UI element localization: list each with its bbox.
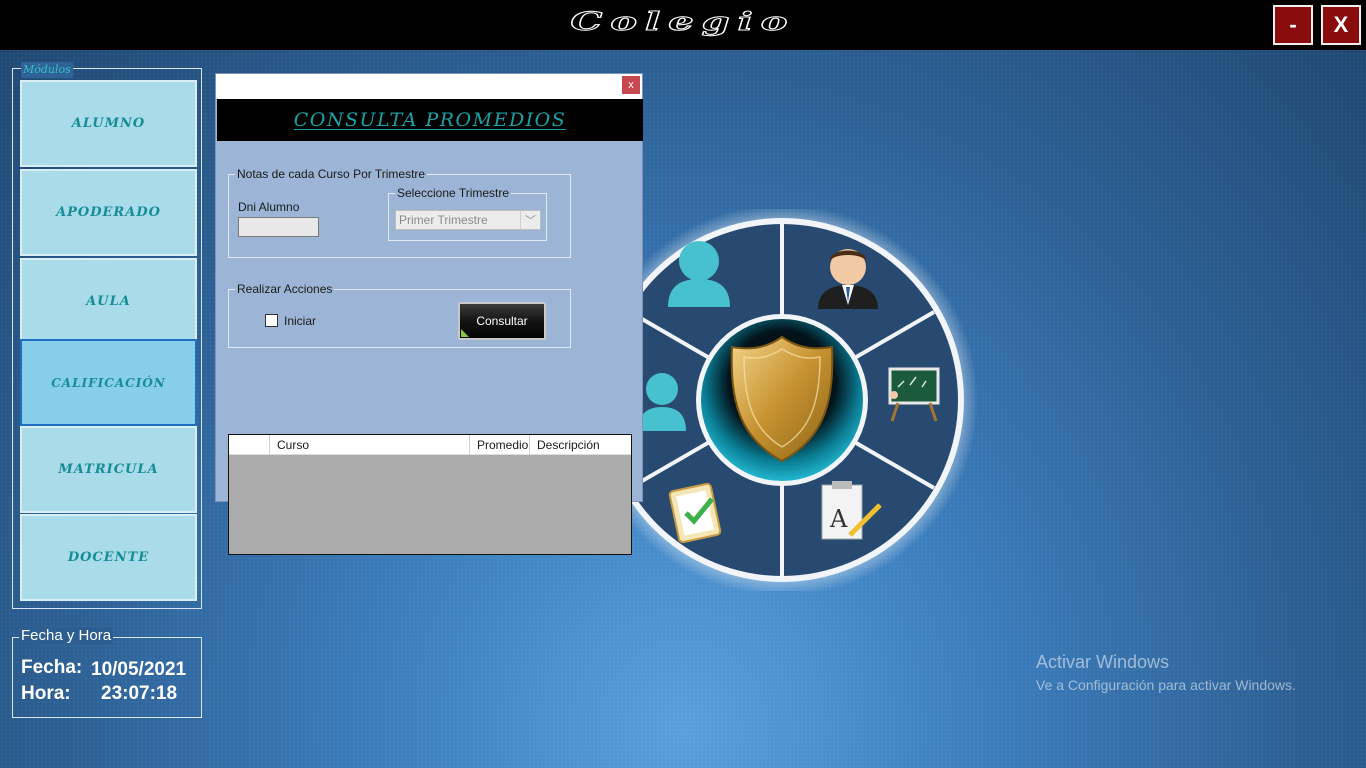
module-matricula-button[interactable]: MATRICULA (20, 426, 197, 513)
fecha-label: Fecha: (21, 657, 83, 678)
actions-group: Realizar Acciones Iniciar Consultar (228, 282, 571, 348)
dialog-close-button[interactable]: x (622, 76, 640, 94)
module-wheel-graphic: A (586, 204, 978, 596)
hora-row: Hora: 23:07:18 (21, 683, 177, 705)
dni-label: Dni Alumno (238, 200, 300, 214)
actions-group-legend: Realizar Acciones (235, 282, 335, 296)
module-aula-button[interactable]: AULA (20, 258, 197, 345)
chevron-down-icon[interactable]: ﹀ (520, 211, 540, 229)
consulta-promedios-dialog: x CONSULTA PROMEDIOS Notas de cada Curso… (215, 73, 643, 555)
datetime-legend: Fecha y Hora (19, 627, 114, 644)
activation-watermark-subtitle: Ve a Configuración para activar Windows. (1036, 677, 1296, 693)
dni-input[interactable] (238, 217, 319, 237)
consultar-label: Consultar (476, 314, 528, 328)
grid-header: Curso Promedio Descripción (229, 435, 631, 455)
activation-watermark-title: Activar Windows (1036, 652, 1170, 672)
dialog-body: Notas de cada Curso Por Trimestre Dni Al… (216, 141, 642, 555)
notes-group: Notas de cada Curso Por Trimestre Dni Al… (228, 167, 571, 258)
app-title: Colegio (570, 6, 796, 37)
dialog-header: CONSULTA PROMEDIOS (217, 99, 643, 141)
button-corner-decoration (461, 329, 469, 337)
notes-group-legend: Notas de cada Curso Por Trimestre (235, 167, 428, 181)
consultar-button[interactable]: Consultar (458, 302, 546, 340)
grid-header-promedio[interactable]: Promedio (470, 435, 530, 455)
close-button[interactable]: X (1321, 5, 1361, 45)
grid-header-descripcion[interactable]: Descripción (530, 435, 632, 455)
module-wheel: A (586, 204, 978, 596)
iniciar-label: Iniciar (284, 314, 317, 328)
trimestre-legend: Seleccione Trimestre (395, 186, 512, 200)
iniciar-checkbox[interactable] (265, 314, 278, 327)
trimestre-select[interactable]: Primer Trimestre ﹀ (395, 210, 541, 230)
hora-label: Hora: (21, 683, 71, 704)
svg-text:A: A (829, 505, 848, 533)
module-calificacion-button[interactable]: CALIFICACIÓN (20, 339, 197, 426)
grid-header-row-selector (229, 435, 270, 455)
promedios-grid[interactable]: Curso Promedio Descripción (228, 434, 632, 555)
title-bar: Colegio - X (0, 0, 1366, 50)
datetime-panel: Fecha y Hora Fecha: 10/05/2021 Hora: 23:… (12, 628, 202, 718)
modules-legend: Módulos (21, 62, 73, 78)
grid-header-curso[interactable]: Curso (270, 435, 470, 455)
dialog-titlebar: x (216, 74, 642, 99)
module-docente-button[interactable]: DOCENTE (20, 514, 197, 601)
fecha-row: Fecha: 10/05/2021 (21, 657, 186, 680)
modules-panel: Módulos ALUMNO APODERADO AULA CALIFICACI… (12, 62, 202, 609)
dialog-heading: CONSULTA PROMEDIOS (293, 109, 567, 131)
module-apoderado-button[interactable]: APODERADO (20, 169, 197, 256)
hora-value: 23:07:18 (101, 683, 178, 704)
module-alumno-button[interactable]: ALUMNO (20, 80, 197, 167)
trimestre-selected-value: Primer Trimestre (399, 213, 488, 227)
trimestre-group: Seleccione Trimestre Primer Trimestre ﹀ (388, 186, 547, 241)
fecha-value: 10/05/2021 (91, 659, 187, 680)
minimize-button[interactable]: - (1273, 5, 1313, 45)
